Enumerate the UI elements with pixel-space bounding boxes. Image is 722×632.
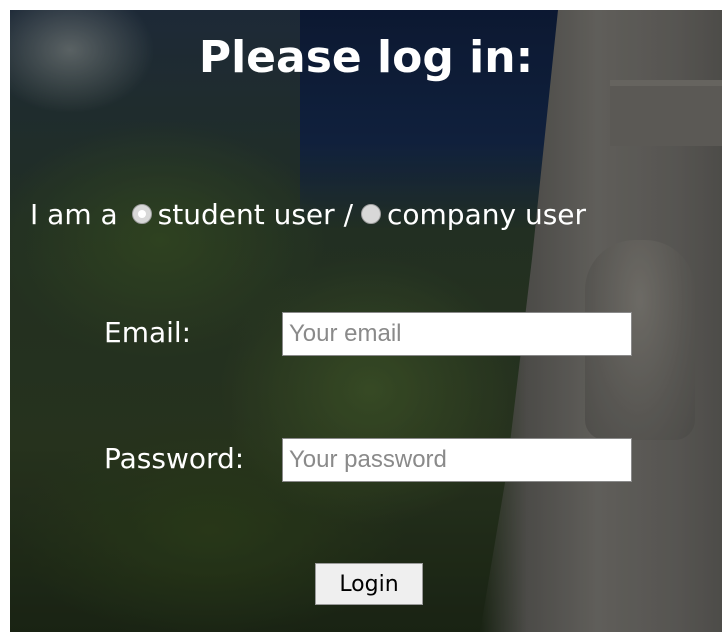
student-radio-icon[interactable] (131, 204, 152, 224)
page-title: Please log in: (198, 32, 534, 83)
student-option-label[interactable]: student user / (158, 198, 353, 231)
email-input[interactable] (282, 312, 632, 356)
login-button[interactable]: Login (315, 563, 423, 605)
password-input[interactable] (282, 438, 632, 482)
email-label: Email: (104, 316, 192, 349)
role-selector: I am a student user / company user (30, 192, 586, 236)
company-radio-icon[interactable] (361, 204, 381, 224)
company-option-label[interactable]: company user (387, 198, 586, 231)
login-page: Please log in: I am a student user / com… (10, 10, 722, 632)
password-label: Password: (104, 442, 245, 475)
role-prefix-label: I am a (30, 197, 118, 231)
